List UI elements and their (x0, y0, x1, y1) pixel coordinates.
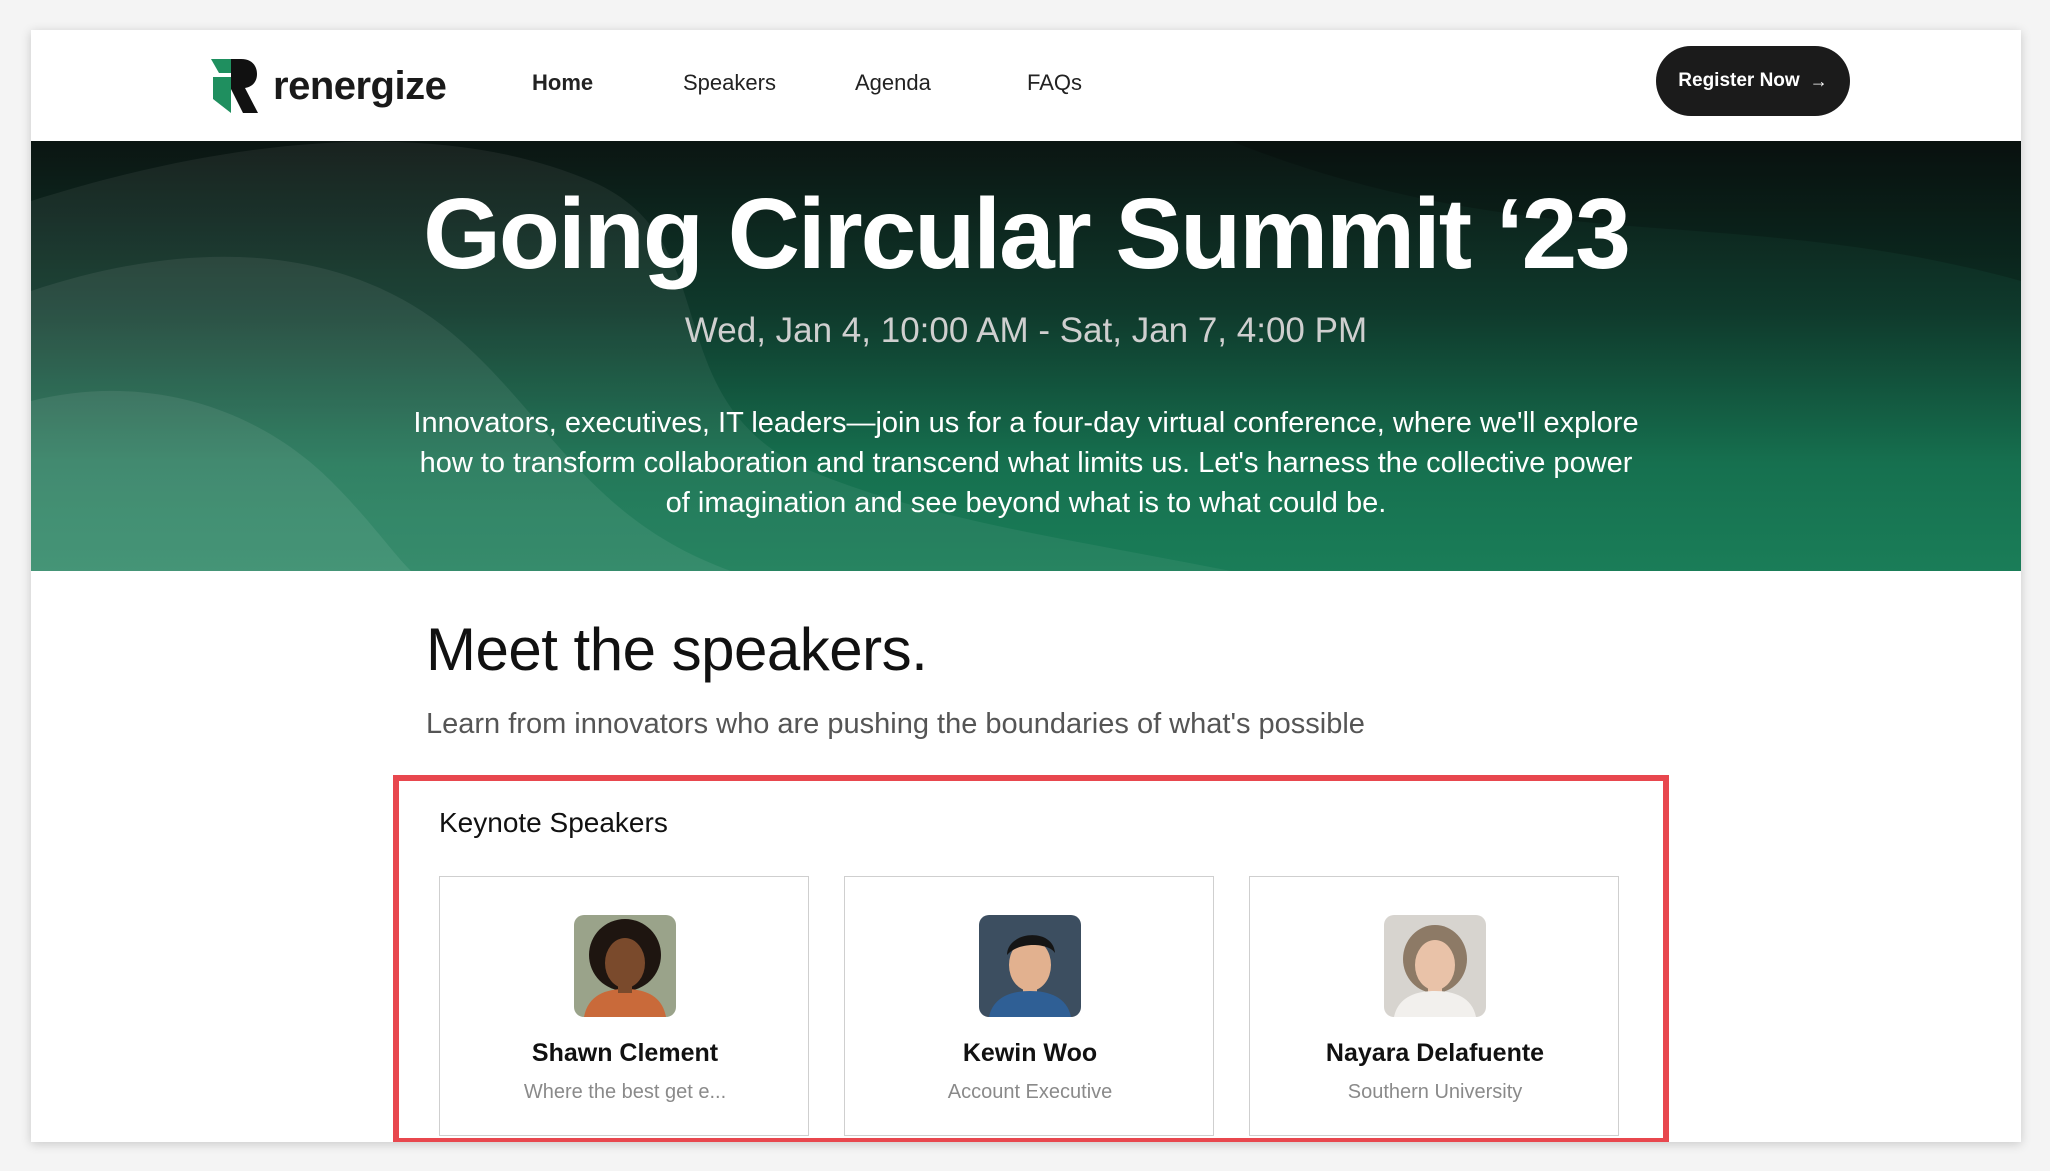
event-description: Innovators, executives, IT leaders—join … (413, 407, 1639, 519)
speaker-card[interactable]: Shawn Clement Where the best get e... (439, 876, 809, 1136)
keynote-speakers-panel: Keynote Speakers Shawn Clement Where the… (393, 775, 1669, 1142)
speaker-role: Account Executive (947, 1081, 1113, 1103)
speaker-name: Shawn Clement (531, 1039, 719, 1067)
speakers-subheading: Learn from innovators who are pushing th… (426, 708, 1365, 740)
nav-home[interactable]: Home (532, 70, 593, 96)
speaker-photo-icon (979, 915, 1081, 1017)
speaker-role: Where the best get e... (523, 1081, 727, 1103)
event-date: Wed, Jan 4, 10:00 AM - Sat, Jan 7, 4:00 … (684, 311, 1368, 350)
speaker-role: Southern University (1347, 1081, 1523, 1103)
site-header: renergize Home Speakers Agenda FAQs Regi… (31, 30, 2021, 141)
register-now-button[interactable]: Register Now → (1656, 46, 1850, 116)
page: renergize Home Speakers Agenda FAQs Regi… (31, 30, 2021, 1142)
event-title: Going Circular Summit ‘23 (423, 178, 1631, 290)
brand-name: renergize (273, 63, 447, 108)
nav-speakers[interactable]: Speakers (683, 70, 776, 96)
speaker-avatar (574, 915, 676, 1017)
keynote-speakers-title: Keynote Speakers (439, 807, 668, 838)
brand-logo[interactable]: renergize (209, 56, 447, 116)
register-now-label: Register Now (1678, 70, 1800, 91)
speaker-card[interactable]: Nayara Delafuente Southern University (1249, 876, 1619, 1136)
nav-faqs[interactable]: FAQs (1027, 70, 1082, 96)
speaker-name: Kewin Woo (962, 1039, 1098, 1067)
speaker-photo-icon (1384, 915, 1486, 1017)
speaker-name: Nayara Delafuente (1325, 1039, 1545, 1067)
speaker-card[interactable]: Kewin Woo Account Executive (844, 876, 1214, 1136)
hero-banner: Going Circular Summit ‘23 Wed, Jan 4, 10… (31, 141, 2021, 571)
speakers-heading: Meet the speakers. (426, 616, 928, 683)
arrow-right-icon: → (1809, 70, 1828, 91)
nav-agenda[interactable]: Agenda (855, 70, 931, 96)
speaker-avatar (1384, 915, 1486, 1017)
renergize-logo-icon (211, 59, 258, 113)
speaker-photo-icon (574, 915, 676, 1017)
speaker-avatar (979, 915, 1081, 1017)
